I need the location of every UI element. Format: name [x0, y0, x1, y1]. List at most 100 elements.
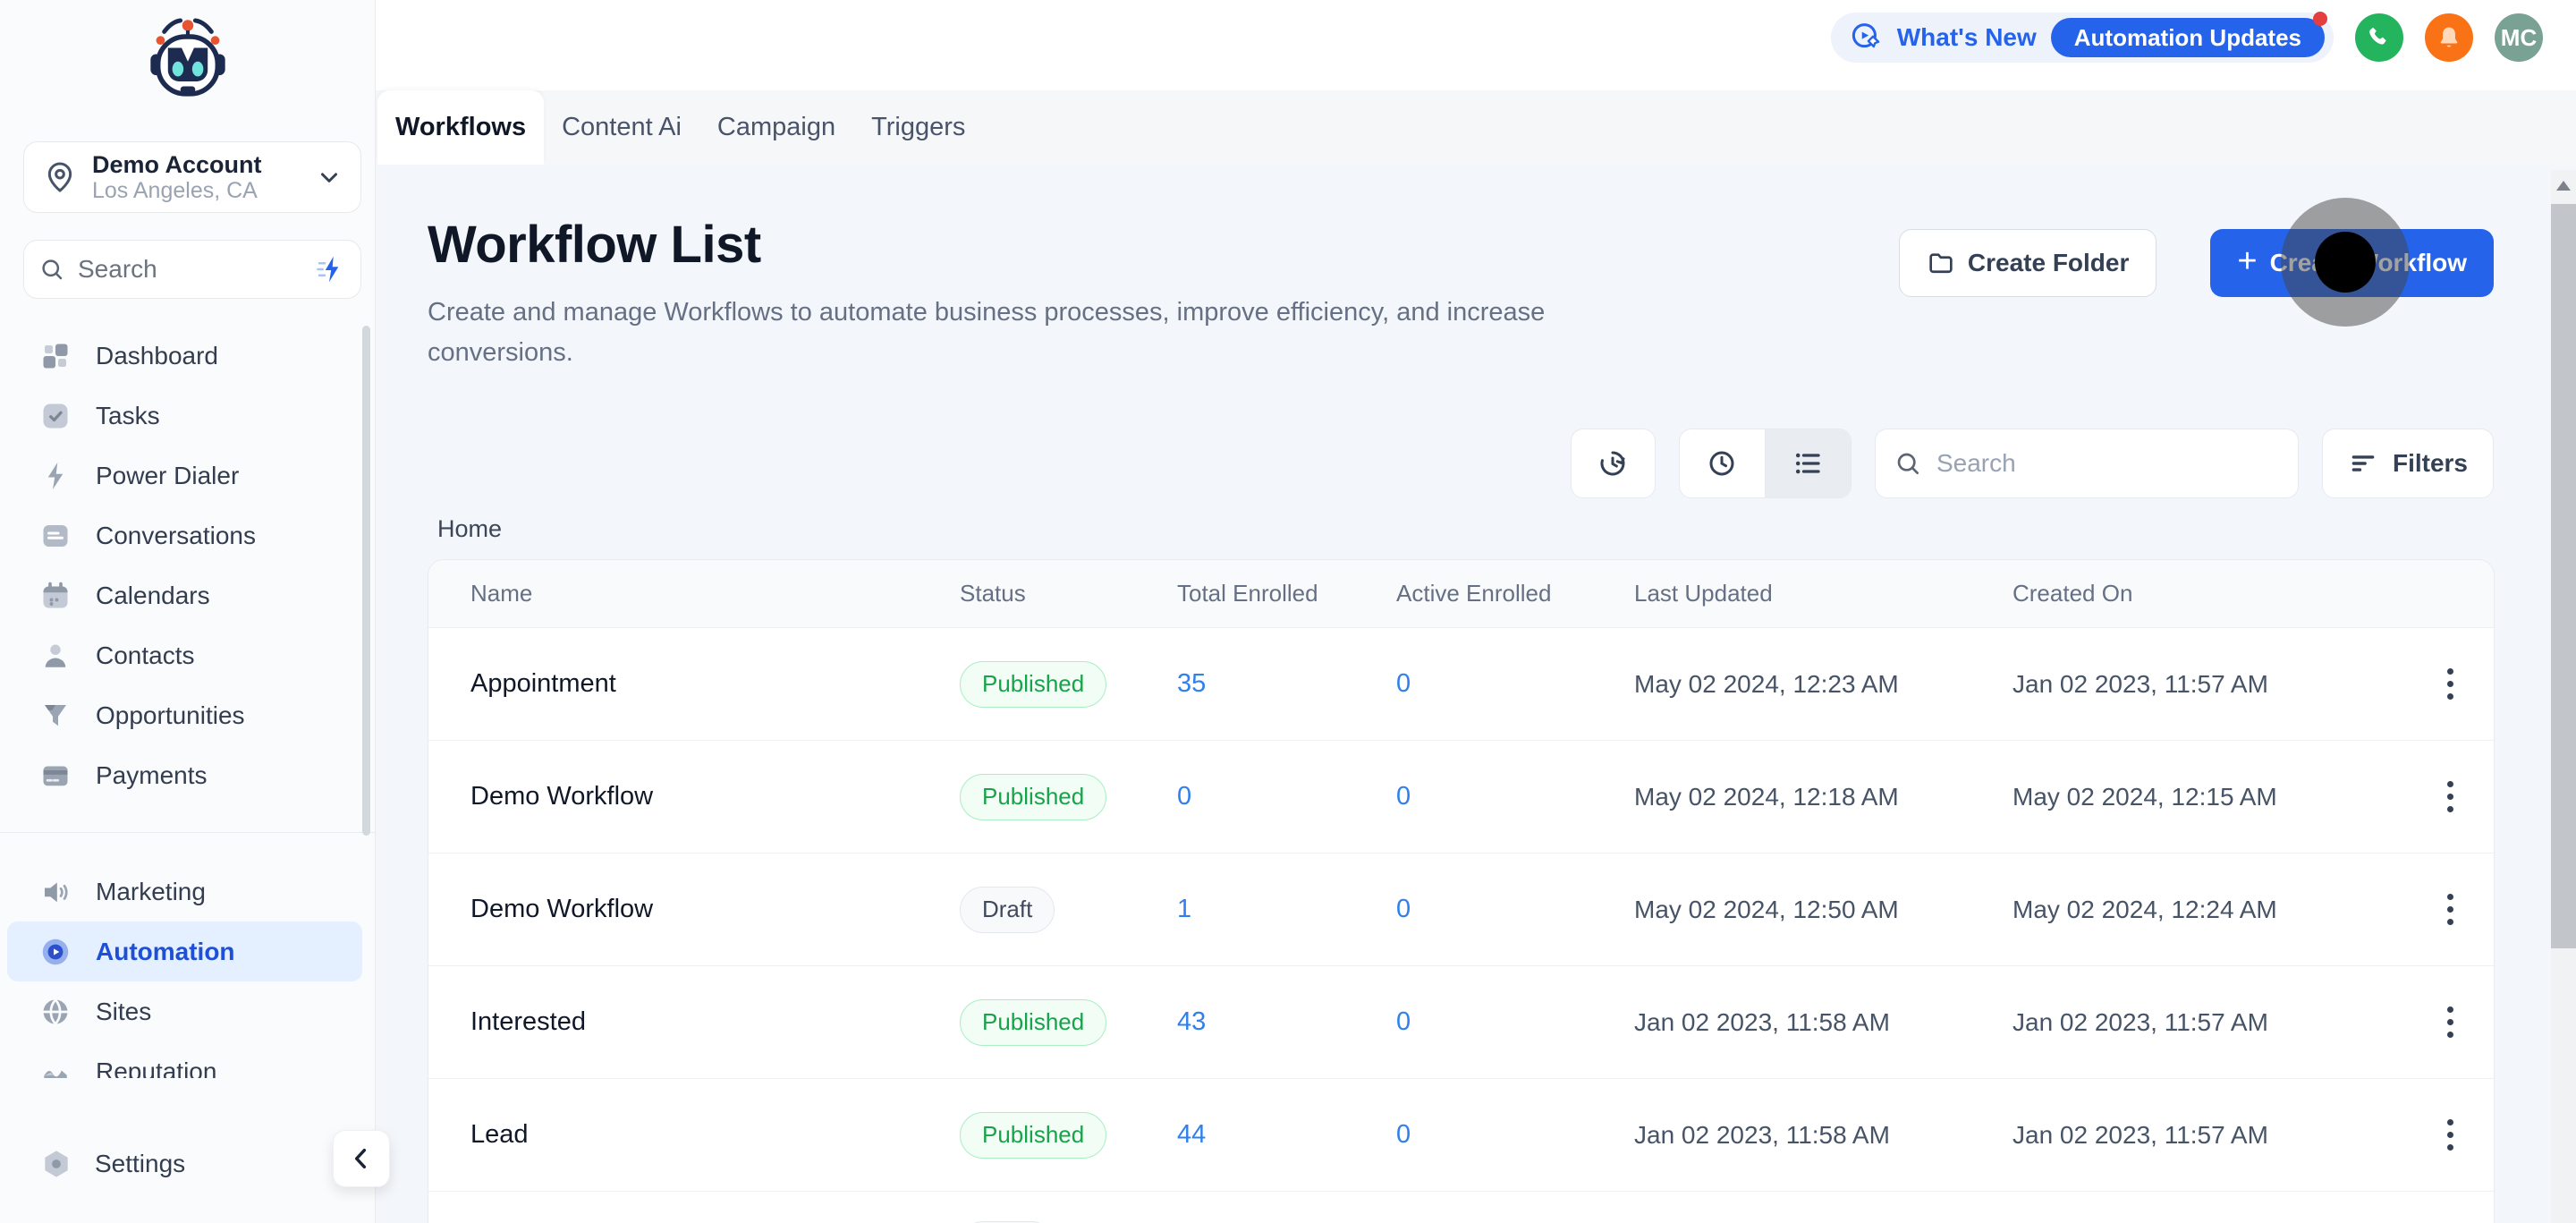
total-enrolled-link[interactable]: 35 [1177, 669, 1396, 699]
row-actions-kebab-icon[interactable] [2438, 772, 2462, 821]
created-on-value: May 02 2024, 12:15 AM [2012, 783, 2407, 811]
table-row[interactable]: Demo Workflow Draft 1 0 May 02 2024, 12:… [428, 854, 2494, 966]
create-folder-button[interactable]: Create Folder [1899, 229, 2157, 297]
page-scrollbar[interactable] [2551, 170, 2576, 1223]
workflow-search-input[interactable] [1935, 448, 2280, 479]
page-actions: Create Folder + Create Workflow [1899, 229, 2494, 297]
status-badge: Draft [960, 887, 1055, 933]
chevron-down-icon[interactable] [316, 164, 343, 191]
sidebar-scrollbar-thumb[interactable] [362, 326, 370, 836]
create-workflow-button[interactable]: + Create Workflow [2210, 229, 2494, 297]
workflow-name-link[interactable]: Demo Workflow [470, 895, 960, 924]
total-enrolled-link[interactable]: 43 [1177, 1007, 1396, 1037]
sidebar-collapse-button[interactable] [333, 1130, 390, 1187]
enrollment-history-button[interactable] [1571, 429, 1656, 498]
sidebar-item-label: Marketing [96, 878, 206, 906]
tab-campaign[interactable]: Campaign [699, 90, 853, 165]
status-badge: Published [960, 1112, 1106, 1159]
total-enrolled-link[interactable]: 44 [1177, 1120, 1396, 1150]
active-enrolled-link[interactable]: 0 [1396, 782, 1634, 811]
folder-icon [1927, 249, 1955, 277]
column-header-total-enrolled: Total Enrolled [1177, 580, 1396, 607]
tab-content-ai[interactable]: Content Ai [544, 90, 699, 165]
workflow-name-link[interactable]: Interested [470, 1007, 960, 1037]
active-enrolled-link[interactable]: 0 [1396, 669, 1634, 699]
sidebar-item-automation[interactable]: Automation [7, 921, 362, 981]
tab-workflows[interactable]: Workflows [377, 90, 544, 165]
settings-label: Settings [95, 1150, 185, 1178]
sidebar-item-reputation[interactable]: Reputation [0, 1041, 375, 1078]
bell-icon [2435, 23, 2463, 52]
account-texts: Demo Account Los Angeles, CA [92, 151, 301, 203]
sidebar-item-label: Reputation [96, 1057, 216, 1079]
sidebar-item-marketing[interactable]: Marketing [0, 862, 375, 921]
filters-button[interactable]: Filters [2322, 429, 2494, 498]
workflow-name-link[interactable]: Appointment [470, 669, 960, 699]
row-actions-kebab-icon[interactable] [2438, 998, 2462, 1047]
credit-card-icon [39, 760, 72, 792]
page-scrollbar-thumb[interactable] [2551, 204, 2576, 948]
row-actions-kebab-icon[interactable] [2438, 659, 2462, 709]
chevron-left-icon [347, 1144, 376, 1173]
search-icon [1894, 449, 1922, 478]
sidebar-item-tasks[interactable]: Tasks [0, 386, 375, 446]
sidebar-item-label: Automation [96, 938, 235, 966]
active-enrolled-link[interactable]: 0 [1396, 1120, 1634, 1150]
sidebar-item-label: Tasks [96, 402, 160, 430]
page-header: Workflow List Create and manage Workflow… [428, 215, 1671, 373]
table-row[interactable]: Demo Workflow Published 0 0 May 02 2024,… [428, 741, 2494, 854]
chat-icon [39, 520, 72, 552]
topbar-actions: What's New Automation Updates [1831, 13, 2543, 63]
lightning-icon [39, 460, 72, 492]
globe-icon [39, 996, 72, 1028]
sidebar-search[interactable] [23, 240, 361, 299]
workflow-name-link[interactable]: Demo Workflow [470, 782, 960, 811]
workflow-search[interactable] [1875, 429, 2299, 498]
column-header-created-on: Created On [2012, 580, 2407, 607]
total-enrolled-link[interactable]: 1 [1177, 895, 1396, 924]
created-on-value: Jan 02 2023, 11:57 AM [2012, 670, 2407, 699]
breadcrumb[interactable]: Home [437, 515, 502, 543]
whats-new-group[interactable]: What's New Automation Updates [1831, 13, 2334, 63]
account-switcher[interactable]: Demo Account Los Angeles, CA [23, 141, 361, 213]
sidebar-item-contacts[interactable]: Contacts [0, 625, 375, 685]
map-pin-icon [42, 159, 78, 195]
sidebar-item-dashboard[interactable]: Dashboard [0, 326, 375, 386]
sidebar-item-opportunities[interactable]: Opportunities [0, 685, 375, 745]
sidebar-nav: Dashboard Tasks Power Dialer [0, 326, 375, 1078]
create-folder-label: Create Folder [1968, 249, 2130, 277]
sidebar-item-label: Sites [96, 998, 151, 1026]
calendar-icon [39, 580, 72, 612]
active-enrolled-link[interactable]: 0 [1396, 1007, 1634, 1037]
sidebar-item-calendars[interactable]: Calendars [0, 565, 375, 625]
scroll-up-arrow-icon[interactable] [2556, 181, 2571, 191]
user-avatar[interactable]: MC [2495, 13, 2543, 62]
whatsapp-phone-button[interactable] [2355, 13, 2403, 62]
sidebar-item-payments[interactable]: Payments [0, 745, 375, 805]
automation-updates-button[interactable]: Automation Updates [2051, 18, 2325, 57]
sidebar-item-label: Contacts [96, 641, 195, 670]
column-header-active-enrolled: Active Enrolled [1396, 580, 1634, 607]
view-toggle-list[interactable] [1765, 429, 1851, 497]
tab-triggers[interactable]: Triggers [853, 90, 983, 165]
sidebar-item-conversations[interactable]: Conversations [0, 505, 375, 565]
row-actions-kebab-icon[interactable] [2438, 1110, 2462, 1159]
table-row[interactable]: Appointment Published 35 0 May 02 2024, … [428, 628, 2494, 741]
clock-history-icon [1597, 447, 1629, 480]
last-updated-value: May 02 2024, 12:23 AM [1634, 670, 2012, 699]
view-toggle-clock[interactable] [1680, 429, 1765, 497]
sidebar: Demo Account Los Angeles, CA [0, 0, 376, 1223]
table-row[interactable]: Interested Published 43 0 Jan 02 2023, 1… [428, 966, 2494, 1079]
app-root: Demo Account Los Angeles, CA [0, 0, 2576, 1223]
sidebar-item-sites[interactable]: Sites [0, 981, 375, 1041]
sidebar-item-power-dialer[interactable]: Power Dialer [0, 446, 375, 505]
sidebar-item-settings[interactable]: Settings [0, 1134, 375, 1194]
notifications-bell-button[interactable] [2425, 13, 2473, 62]
workflow-name-link[interactable]: Lead [470, 1120, 960, 1150]
sidebar-search-input[interactable] [76, 254, 303, 285]
whats-new-link[interactable]: What's New [1897, 23, 2037, 52]
table-row[interactable]: Lead Published 44 0 Jan 02 2023, 11:58 A… [428, 1079, 2494, 1192]
active-enrolled-link[interactable]: 0 [1396, 895, 1634, 924]
row-actions-kebab-icon[interactable] [2438, 885, 2462, 934]
total-enrolled-link[interactable]: 0 [1177, 782, 1396, 811]
